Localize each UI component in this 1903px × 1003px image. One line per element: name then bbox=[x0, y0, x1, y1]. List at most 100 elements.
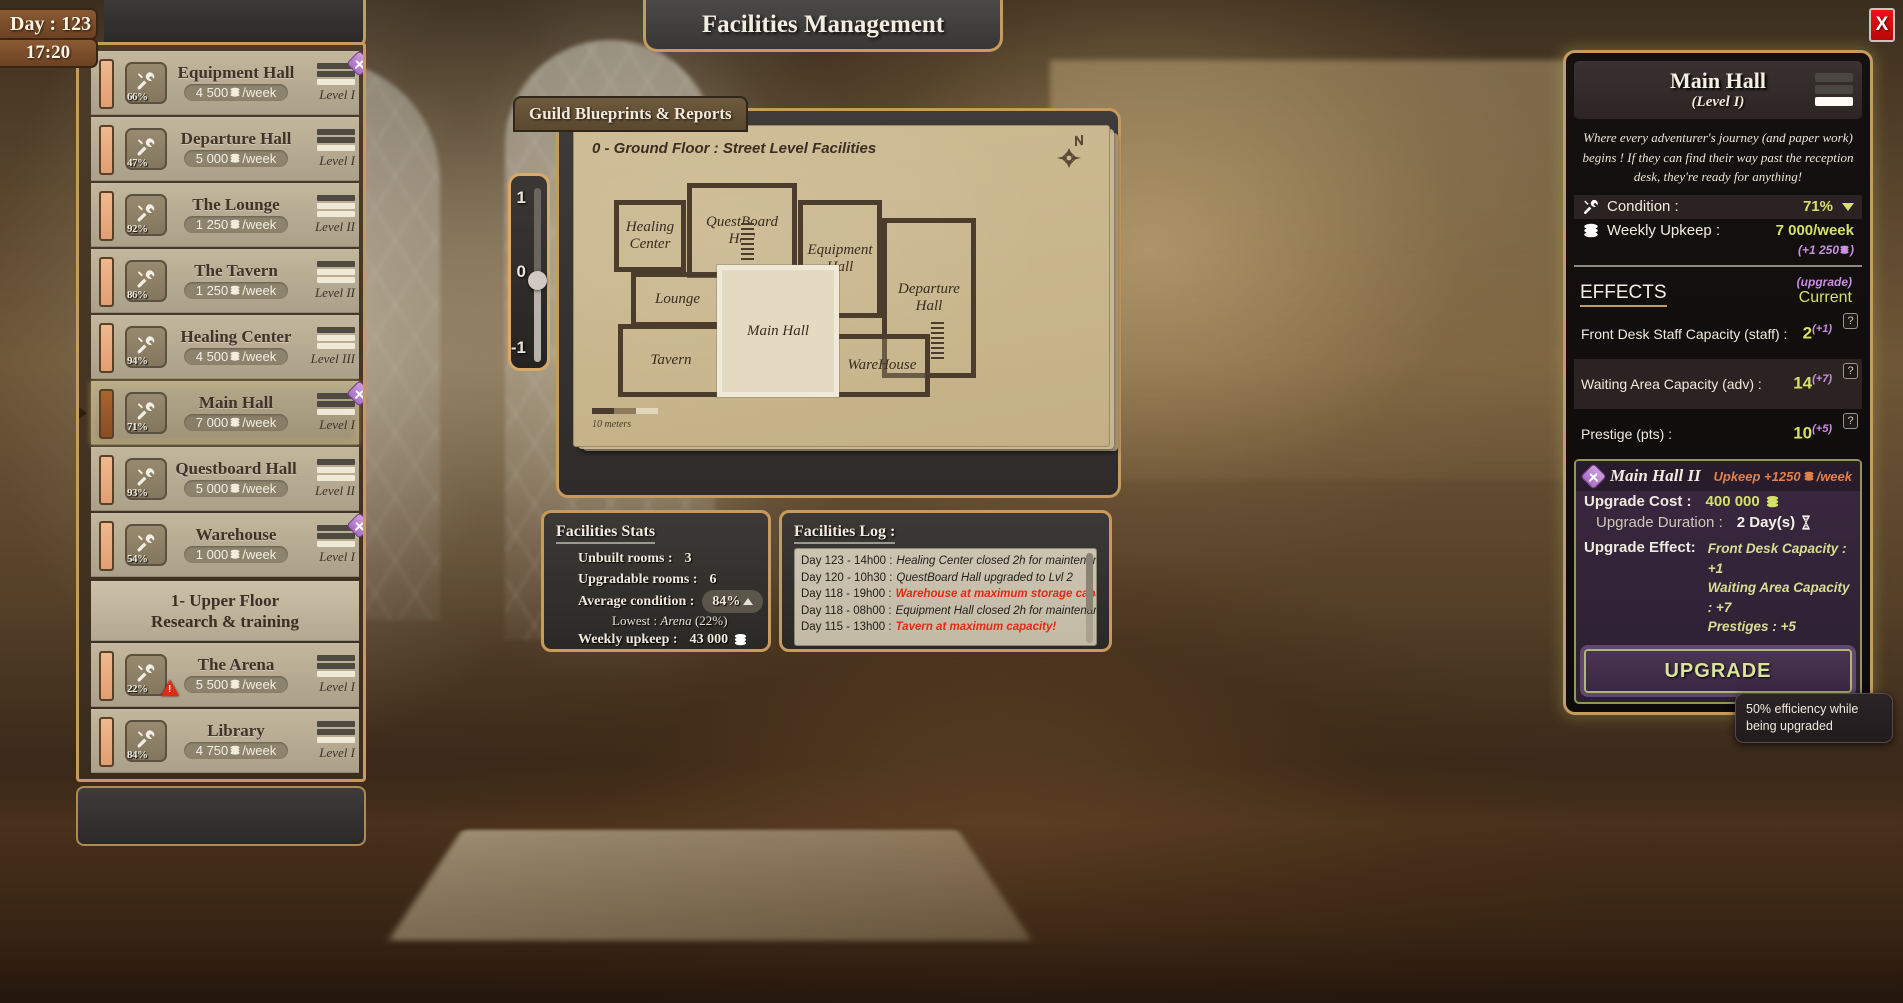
clock-display: 17:20 bbox=[0, 38, 98, 68]
facility-color-tab bbox=[99, 323, 114, 373]
stat-average-condition-label: Average condition : bbox=[578, 594, 695, 609]
blueprint-map-panel: 0 - Ground Floor : Street Level Faciliti… bbox=[556, 108, 1121, 498]
slider-knob[interactable] bbox=[528, 271, 547, 290]
facility-level-label: Level I bbox=[319, 549, 355, 564]
effect-label: Waiting Area Capacity (adv) : bbox=[1581, 375, 1762, 392]
effect-label: Prestige (pts) : bbox=[1581, 425, 1673, 442]
detail-upkeep-value: 7 000/week bbox=[1775, 222, 1854, 239]
effects-header: EFFECTS (upgrade) Current bbox=[1574, 264, 1862, 309]
effects-upgrade-label: (upgrade) bbox=[1796, 274, 1852, 289]
facility-condition-value: 84% bbox=[127, 749, 148, 761]
map-scale-label: 10 meters bbox=[592, 419, 632, 430]
level-bar bbox=[317, 729, 355, 735]
trend-up-icon bbox=[743, 598, 754, 605]
facility-row-equipment-hall[interactable]: 66% Equipment Hall 4 500/week Level I bbox=[91, 50, 363, 115]
upgrade-tooltip: 50% efficiency while being upgraded bbox=[1735, 693, 1893, 743]
room-main-hall[interactable]: Main Hall bbox=[717, 265, 839, 397]
help-icon[interactable]: ? bbox=[1843, 412, 1858, 429]
detail-upkeep-delta-text: (+1 250 bbox=[1797, 242, 1839, 257]
room-tavern[interactable]: Tavern bbox=[618, 324, 724, 397]
log-scrollbar-thumb[interactable] bbox=[1086, 553, 1093, 611]
log-lines: Day 123 - 14h00 : Healing Center closed 2… bbox=[801, 553, 1096, 636]
facility-info: Healing Center 4 500/week bbox=[167, 327, 305, 367]
log-entry: Day 118 - 08h00 : Equipment Hall closed 2… bbox=[801, 603, 1096, 620]
stat-upgradable-rooms-label: Upgradable rooms : bbox=[578, 572, 698, 587]
facility-icon-wrap: 66% bbox=[125, 62, 167, 104]
facility-row-the-arena[interactable]: 22% The Arena 5 500/week Level I bbox=[91, 643, 359, 707]
facility-row-healing-center[interactable]: 94% Healing Center 4 500/week Level III bbox=[91, 315, 359, 379]
warning-icon bbox=[161, 680, 179, 696]
room-label: Main Hall bbox=[746, 322, 810, 339]
facility-color-tab bbox=[99, 191, 114, 241]
detail-level-bars bbox=[1815, 73, 1853, 109]
level-bar bbox=[317, 71, 355, 77]
upgrade-button[interactable]: UPGRADE bbox=[1584, 649, 1852, 693]
tab-guild-blueprints[interactable]: Guild Blueprints & Reports bbox=[513, 96, 748, 132]
facility-color-tab bbox=[99, 651, 114, 701]
effect-delta: (+7) bbox=[1812, 373, 1832, 386]
facility-upkeep: 1 250/week bbox=[183, 282, 289, 300]
help-icon[interactable]: ? bbox=[1843, 312, 1858, 329]
facility-color-tab bbox=[99, 521, 114, 571]
log-entry: Day 115 - 13h00 : Tavern at maximum capac… bbox=[801, 619, 1090, 636]
facility-row-the-lounge[interactable]: 92% The Lounge 1 250/week Level II bbox=[91, 183, 359, 247]
facility-level-label: Level I bbox=[319, 417, 355, 432]
stat-upgradable-rooms: Upgradable rooms : 6 bbox=[556, 569, 756, 590]
facility-upkeep: 4 500/week bbox=[183, 84, 289, 102]
plus-diamond-icon bbox=[1580, 462, 1607, 490]
selection-arrow-left bbox=[79, 406, 87, 420]
facility-level-bars bbox=[305, 129, 355, 151]
floor-tick-1: 1 bbox=[516, 188, 526, 207]
upgrade-upkeep-suffix: /week bbox=[1816, 468, 1852, 484]
facility-condition-value: 47% bbox=[127, 157, 148, 169]
facility-name: Questboard Hall bbox=[175, 458, 297, 478]
log-entry-time: Day 118 - 08h00 : bbox=[801, 604, 892, 617]
facility-upkeep: 5 000/week bbox=[183, 150, 289, 168]
upgrade-upkeep-note: Upkeep +1250/week bbox=[1713, 469, 1852, 484]
room-label: WareHouse bbox=[847, 357, 917, 374]
level-bar bbox=[317, 663, 355, 669]
facility-row-main-hall[interactable]: 71% Main Hall 7 000/week Level I bbox=[79, 380, 363, 445]
facility-level-label: Level II bbox=[314, 285, 355, 300]
level-bar bbox=[317, 721, 355, 727]
detail-facility-name: Main Hall bbox=[1670, 68, 1766, 93]
top-bar bbox=[104, 0, 366, 48]
room-lounge[interactable]: Lounge bbox=[631, 272, 724, 327]
level-bar bbox=[317, 671, 355, 677]
upgrade-effect-item: Prestiges : +5 bbox=[1707, 619, 1796, 635]
facilities-sidebar[interactable]: 66% Equipment Hall 4 500/week Level I 47% Dep… bbox=[76, 42, 366, 782]
facility-level-info: Level I bbox=[305, 50, 363, 103]
floor-plan[interactable]: 0 - Ground Floor : Street Level Faciliti… bbox=[573, 125, 1110, 447]
floor-slider[interactable]: 1 0 -1 bbox=[508, 173, 550, 371]
facility-condition-value: 94% bbox=[127, 355, 148, 367]
detail-upkeep-label: Weekly Upkeep : bbox=[1607, 222, 1721, 239]
level-bar bbox=[317, 137, 355, 143]
facility-level-info: Level I bbox=[305, 721, 359, 761]
log-scrollbar[interactable] bbox=[1086, 553, 1093, 643]
facility-info: Library 4 750/week bbox=[167, 721, 305, 761]
hourglass-icon bbox=[1802, 515, 1810, 530]
help-icon[interactable]: ? bbox=[1843, 362, 1858, 379]
facility-level-bars bbox=[305, 63, 355, 85]
effect-value: 10(+5) bbox=[1793, 423, 1832, 443]
facilities-list: 66% Equipment Hall 4 500/week Level I 47% Dep… bbox=[79, 45, 363, 779]
upgrade-duration-label: Upgrade Duration : bbox=[1596, 514, 1723, 532]
facility-level-info: Level I bbox=[305, 655, 359, 695]
level-bar bbox=[317, 343, 355, 349]
room-warehouse[interactable]: WareHouse bbox=[834, 334, 930, 397]
facility-row-the-tavern[interactable]: 86% The Tavern 1 250/week Level II bbox=[91, 249, 359, 313]
room-healing-center[interactable]: Healing Center bbox=[614, 200, 686, 272]
facility-row-questboard-hall[interactable]: 93% Questboard Hall 5 000/week Level II bbox=[91, 447, 359, 511]
facility-row-library[interactable]: 84% Library 4 750/week Level I bbox=[91, 709, 359, 773]
detail-condition-value: 71% bbox=[1802, 198, 1833, 215]
facility-condition-value: 92% bbox=[127, 223, 148, 235]
level-bar bbox=[317, 203, 355, 209]
level-bar bbox=[317, 269, 355, 275]
facility-row-warehouse[interactable]: 54% Warehouse 1 000/week Level I bbox=[91, 512, 363, 577]
facilities-stats-title: Facilities Stats bbox=[556, 523, 656, 544]
log-entries-list[interactable]: Day 123 - 14h00 : Healing Center closed 2… bbox=[794, 548, 1097, 646]
level-bar bbox=[317, 533, 355, 539]
close-button[interactable]: X bbox=[1869, 8, 1895, 42]
upgrade-effect-item: Front Desk Capacity : +1 bbox=[1707, 541, 1847, 576]
facility-row-departure-hall[interactable]: 47% Departure Hall 5 000/week Level I bbox=[91, 117, 359, 181]
